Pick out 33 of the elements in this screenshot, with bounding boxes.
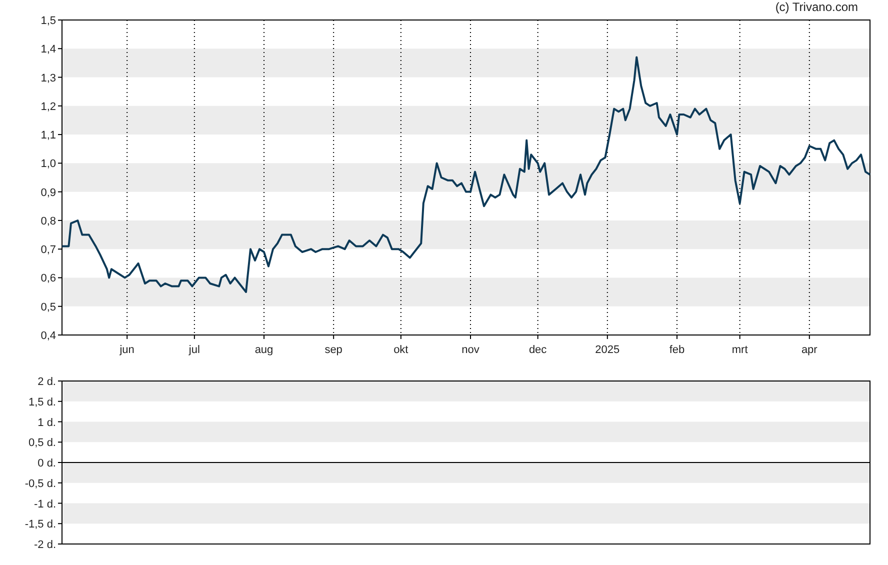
axis-label: mrt xyxy=(732,344,748,356)
axis-label: 1,5 d. xyxy=(28,396,56,408)
axis-label: 0,5 xyxy=(40,301,56,314)
axis-label: 0,9 xyxy=(40,186,56,199)
axis-label: dec xyxy=(528,344,547,356)
axis-label: 1,3 xyxy=(40,72,56,84)
copyright-text: (c) Trivano.com xyxy=(775,0,858,14)
axis-label: -1 d. xyxy=(34,498,56,510)
axis-label: 0,7 xyxy=(40,244,56,256)
axis-label: 0,4 xyxy=(40,330,56,342)
axis-label: 0,8 xyxy=(40,215,56,228)
axis-label: sep xyxy=(324,344,342,356)
axis-label: nov xyxy=(462,344,480,356)
axis-label: 0,6 xyxy=(40,272,56,285)
axis-label: -2 d. xyxy=(34,539,56,551)
axis-label: 1,2 xyxy=(40,100,56,113)
axis-label: jun xyxy=(120,344,134,356)
axis-label: 1 d. xyxy=(38,416,56,429)
axis-label: 2 d. xyxy=(38,376,56,388)
axis-label: -1,5 d. xyxy=(24,518,56,531)
axis-label: 2025 xyxy=(595,344,620,356)
axis-label: okt xyxy=(394,344,408,356)
axis-label: 1,0 xyxy=(40,158,56,170)
axis-label: 1,5 xyxy=(40,15,56,27)
axis-label: 0,5 d. xyxy=(28,437,56,450)
axis-label: apr xyxy=(801,344,818,356)
axis-label: 1,1 xyxy=(40,130,56,142)
axis-label: aug xyxy=(254,344,274,356)
axis-label: 1,4 xyxy=(40,44,56,56)
axis-label: 0 d. xyxy=(38,458,56,470)
axis-label: feb xyxy=(669,344,685,356)
axis-label: -0,5 d. xyxy=(24,478,56,490)
axis-label: jul xyxy=(188,344,200,356)
